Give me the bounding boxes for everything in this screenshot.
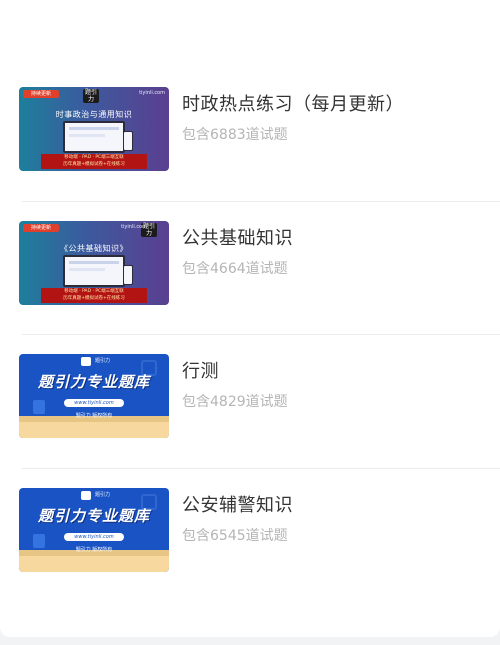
question-bank-list: 持续更新 题引力 tiyinli.com 时事政治与通用知识 移动端 · PAD… — [0, 68, 500, 602]
thumbnail-copyright: 题引力 版权所有 — [75, 413, 113, 419]
brand-name: 题引力 — [95, 491, 111, 498]
thumbnail-url: www.tiyinli.com — [64, 399, 124, 407]
banner-line: 移动端 · PAD · PC端三端互联 — [64, 288, 124, 294]
item-question-count: 包含4664道试题 — [182, 260, 288, 277]
banner-line: 历年真题+模拟试卷+在线练习 — [63, 162, 125, 167]
site-text: tiyinli.com — [139, 90, 165, 96]
banner-line: 历年真题+模拟试卷+在线练习 — [63, 295, 125, 301]
thumbnail-banner: 移动端 · PAD · PC端三端互联 历年真题+模拟试卷+在线练习 — [41, 154, 147, 169]
thumbnail-url: www.tiyinli.com — [64, 532, 124, 541]
banner-line: 移动端 · PAD · PC端三端互联 — [64, 155, 124, 160]
thumbnail-footer — [19, 549, 169, 572]
monitor-icon — [63, 254, 125, 287]
update-tag: 持续更新 — [23, 223, 59, 232]
thumbnail-copyright: 题引力 版权所有 — [75, 546, 113, 553]
thumbnail-headline: 时事政治与通用知识 — [55, 110, 133, 119]
item-question-count: 包含4829道试题 — [182, 394, 288, 410]
phone-icon — [123, 131, 133, 151]
brand-logo-icon — [81, 357, 91, 366]
list-item[interactable]: 持续更新 题引力 tiyinli.com 时事政治与通用知识 移动端 · PAD… — [0, 68, 500, 202]
item-title: 公共基础知识 — [182, 227, 293, 249]
brand-name: 题引力 — [95, 358, 111, 364]
monitor-icon — [63, 121, 125, 153]
item-title: 公安辅警知识 — [182, 494, 293, 516]
item-thumbnail: 题引力 题引力专业题库 www.tiyinli.com 题引力 版权所有 — [19, 487, 169, 572]
brand-logo-icon — [81, 490, 91, 500]
item-title: 行测 — [182, 361, 219, 382]
list-item[interactable]: 题引力 题引力专业题库 www.tiyinli.com 题引力 版权所有 公安辅… — [0, 469, 500, 603]
thumbnail-headline: 《公共基础知识》 — [60, 243, 128, 253]
item-thumbnail: 持续更新 题引力 tiyinli.com 时事政治与通用知识 移动端 · PAD… — [19, 87, 169, 171]
list-item[interactable]: 持续更新 题引力 tiyinli.com 《公共基础知识》 移动端 · PAD … — [0, 202, 500, 335]
item-title: 时政热点练习（每月更新） — [182, 94, 404, 115]
item-thumbnail: 题引力 题引力专业题库 www.tiyinli.com 题引力 版权所有 — [19, 354, 169, 438]
brand-logo-icon: 题引力 — [83, 89, 99, 103]
list-item[interactable]: 题引力 题引力专业题库 www.tiyinli.com 题引力 版权所有 行测 … — [0, 335, 500, 469]
thumbnail-headline: 题引力专业题库 — [37, 506, 150, 525]
thumbnail-footer — [19, 416, 169, 438]
question-bank-list-card: 持续更新 题引力 tiyinli.com 时事政治与通用知识 移动端 · PAD… — [0, 0, 500, 637]
thumbnail-headline: 题引力专业题库 — [37, 373, 150, 391]
phone-icon — [123, 264, 133, 285]
site-text: tiyinli.com — [121, 223, 147, 230]
thumbnail-banner: 移动端 · PAD · PC端三端互联 历年真题+模拟试卷+在线练习 — [41, 287, 147, 303]
item-question-count: 包含6883道试题 — [182, 127, 288, 143]
item-question-count: 包含6545道试题 — [182, 527, 288, 544]
update-tag: 持续更新 — [23, 90, 59, 98]
item-thumbnail: 持续更新 题引力 tiyinli.com 《公共基础知识》 移动端 · PAD … — [19, 220, 169, 305]
